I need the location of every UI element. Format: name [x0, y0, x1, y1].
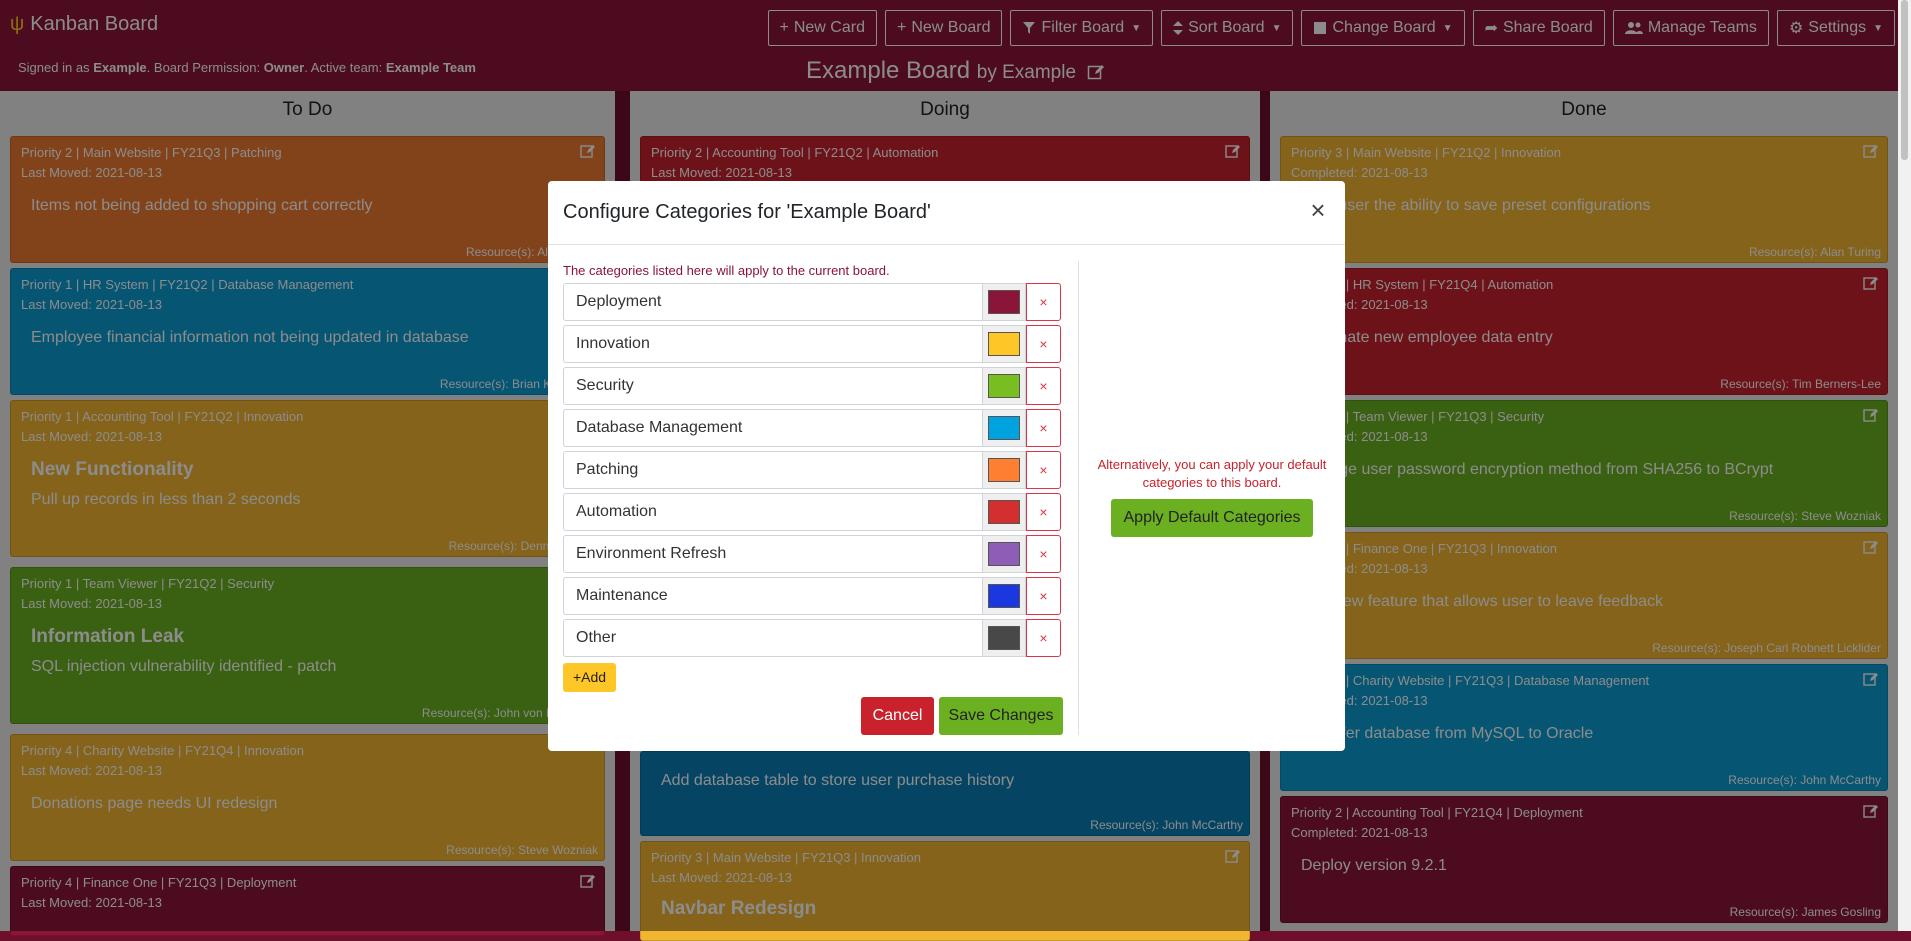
category-name-input[interactable]: Other — [563, 619, 983, 657]
delete-category-button[interactable]: × — [1026, 325, 1061, 363]
category-row: Database Management × — [563, 409, 1061, 447]
modal-title: Configure Categories for 'Example Board' — [563, 201, 931, 223]
category-name-input[interactable]: Deployment — [563, 283, 983, 321]
apply-default-categories-button[interactable]: Apply Default Categories — [1111, 499, 1313, 537]
add-category-button[interactable]: +Add — [563, 663, 616, 692]
category-name-input[interactable]: Environment Refresh — [563, 535, 983, 573]
delete-category-button[interactable]: × — [1026, 367, 1061, 405]
color-swatch — [988, 290, 1020, 314]
category-row: Automation × — [563, 493, 1061, 531]
close-icon[interactable]: × — [1306, 195, 1330, 225]
delete-category-button[interactable]: × — [1026, 493, 1061, 531]
category-row: Patching × — [563, 451, 1061, 489]
category-row: Security × — [563, 367, 1061, 405]
delete-category-button[interactable]: × — [1026, 619, 1061, 657]
color-swatch — [988, 542, 1020, 566]
category-color-picker[interactable] — [983, 367, 1026, 405]
categories-panel: The categories listed here will apply to… — [563, 245, 1076, 692]
color-swatch — [988, 416, 1020, 440]
category-color-picker[interactable] — [983, 451, 1026, 489]
category-list: Deployment × Innovation × Security × Database … — [563, 283, 1076, 657]
category-row: Other × — [563, 619, 1061, 657]
save-changes-button[interactable]: Save Changes — [939, 697, 1063, 735]
category-color-picker[interactable] — [983, 619, 1026, 657]
modal-divider — [1078, 261, 1079, 735]
category-color-picker[interactable] — [983, 535, 1026, 573]
category-color-picker[interactable] — [983, 409, 1026, 447]
category-color-picker[interactable] — [983, 493, 1026, 531]
category-name-input[interactable]: Automation — [563, 493, 983, 531]
default-categories-note: Alternatively, you can apply your defaul… — [1097, 457, 1327, 490]
category-color-picker[interactable] — [983, 283, 1026, 321]
color-swatch — [988, 458, 1020, 482]
delete-category-button[interactable]: × — [1026, 535, 1061, 573]
color-swatch — [988, 626, 1020, 650]
color-swatch — [988, 332, 1020, 356]
configure-categories-modal: Configure Categories for 'Example Board'… — [548, 181, 1345, 751]
delete-category-button[interactable]: × — [1026, 409, 1061, 447]
category-row: Maintenance × — [563, 577, 1061, 615]
category-color-picker[interactable] — [983, 577, 1026, 615]
color-swatch — [988, 500, 1020, 524]
category-row: Environment Refresh × — [563, 535, 1061, 573]
delete-category-button[interactable]: × — [1026, 283, 1061, 321]
category-name-input[interactable]: Maintenance — [563, 577, 983, 615]
page-scrollbar[interactable] — [1898, 0, 1911, 931]
category-name-input[interactable]: Patching — [563, 451, 983, 489]
category-name-input[interactable]: Security — [563, 367, 983, 405]
scrollbar-thumb[interactable] — [1901, 0, 1908, 160]
color-swatch — [988, 374, 1020, 398]
categories-note: The categories listed here will apply to… — [563, 263, 890, 278]
category-row: Deployment × — [563, 283, 1061, 321]
category-name-input[interactable]: Innovation — [563, 325, 983, 363]
category-name-input[interactable]: Database Management — [563, 409, 983, 447]
category-color-picker[interactable] — [983, 325, 1026, 363]
delete-category-button[interactable]: × — [1026, 451, 1061, 489]
cancel-button[interactable]: Cancel — [861, 697, 934, 735]
color-swatch — [988, 584, 1020, 608]
category-row: Innovation × — [563, 325, 1061, 363]
delete-category-button[interactable]: × — [1026, 577, 1061, 615]
modal-header: Configure Categories for 'Example Board'… — [548, 181, 1345, 245]
